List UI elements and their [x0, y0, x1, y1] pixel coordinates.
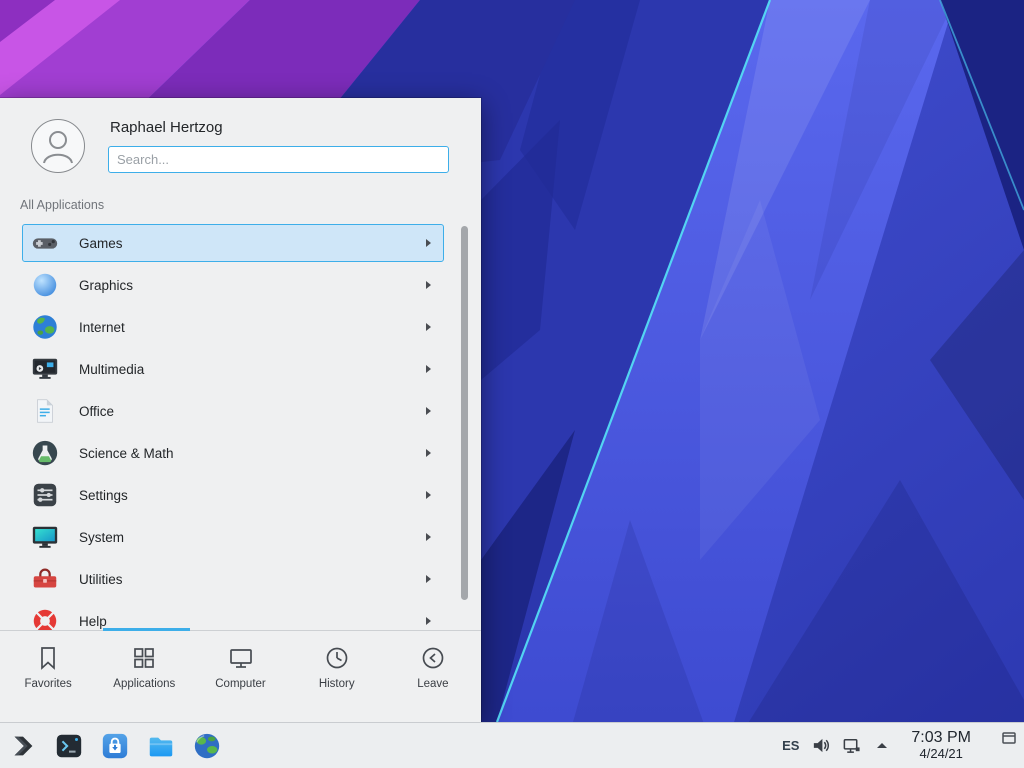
discover-icon[interactable] — [99, 730, 131, 762]
bookmark-icon — [34, 644, 62, 672]
games-icon — [29, 227, 61, 259]
category-label: Games — [79, 236, 123, 251]
utilities-icon — [29, 563, 61, 595]
user-avatar[interactable] — [31, 119, 85, 173]
system-icon — [29, 521, 61, 553]
tab-label: Leave — [417, 678, 448, 690]
scrollbar[interactable] — [461, 226, 468, 600]
tab-label: History — [319, 678, 355, 690]
chevron-right-icon — [426, 449, 431, 457]
tab-label: Favorites — [24, 678, 71, 690]
category-internet[interactable]: Internet — [22, 308, 444, 346]
user-name: Raphael Hertzog — [110, 119, 223, 136]
tab-computer[interactable]: Computer — [192, 631, 288, 722]
kde-menu-icon[interactable] — [7, 730, 39, 762]
help-icon — [29, 605, 61, 630]
category-multimedia[interactable]: Multimedia — [22, 350, 444, 388]
keyboard-layout-indicator[interactable]: ES — [782, 738, 799, 753]
speaker-icon[interactable] — [810, 736, 830, 756]
category-label: Science & Math — [79, 446, 174, 461]
category-graphics[interactable]: Graphics — [22, 266, 444, 304]
chevron-right-icon — [426, 239, 431, 247]
chevron-right-icon — [426, 575, 431, 583]
category-games[interactable]: Games — [22, 224, 444, 262]
chevron-right-icon — [426, 533, 431, 541]
file-manager-icon[interactable] — [145, 730, 177, 762]
tab-history[interactable]: History — [289, 631, 385, 722]
caret-up-icon[interactable] — [872, 736, 892, 756]
internet-icon — [29, 311, 61, 343]
show-desktop-icon — [1001, 730, 1017, 746]
tab-favorites[interactable]: Favorites — [0, 631, 96, 722]
leave-icon — [419, 644, 447, 672]
clock-date: 4/24/21 — [911, 747, 971, 762]
category-science-math[interactable]: Science & Math — [22, 434, 444, 472]
tab-leave[interactable]: Leave — [385, 631, 481, 722]
chevron-right-icon — [426, 365, 431, 373]
category-list: Games Graphics — [0, 222, 481, 630]
section-label: All Applications — [20, 198, 104, 212]
chevron-right-icon — [426, 491, 431, 499]
category-label: Graphics — [79, 278, 133, 293]
office-icon — [29, 395, 61, 427]
category-office[interactable]: Office — [22, 392, 444, 430]
category-label: System — [79, 530, 124, 545]
tab-label: Applications — [113, 678, 175, 690]
chevron-right-icon — [426, 281, 431, 289]
multimedia-icon — [29, 353, 61, 385]
category-label: Internet — [79, 320, 125, 335]
taskbar-launchers — [0, 730, 223, 762]
terminal-icon[interactable] — [53, 730, 85, 762]
category-label: Multimedia — [79, 362, 144, 377]
chevron-right-icon — [426, 407, 431, 415]
chevron-right-icon — [426, 323, 431, 331]
category-help[interactable]: Help — [22, 602, 444, 630]
user-icon — [33, 121, 83, 171]
launcher-tabbar: Favorites Applications Co — [0, 631, 481, 722]
app-grid-icon — [130, 644, 158, 672]
science-icon — [29, 437, 61, 469]
graphics-icon — [29, 269, 61, 301]
taskbar: ES 7:03 PM 4/24/21 — [0, 722, 1024, 768]
category-utilities[interactable]: Utilities — [22, 560, 444, 598]
clock[interactable]: 7:03 PM 4/24/21 — [911, 729, 971, 762]
category-label: Settings — [79, 488, 128, 503]
category-system[interactable]: System — [22, 518, 444, 556]
category-label: Utilities — [79, 572, 123, 587]
tab-label: Computer — [215, 678, 266, 690]
chevron-right-icon — [426, 617, 431, 625]
history-icon — [323, 644, 351, 672]
search-input[interactable] — [108, 146, 449, 173]
computer-icon — [227, 644, 255, 672]
category-label: Help — [79, 614, 107, 629]
category-settings[interactable]: Settings — [22, 476, 444, 514]
tab-applications[interactable]: Applications — [96, 631, 192, 722]
show-desktop-button[interactable] — [998, 726, 1020, 766]
system-tray: ES 7:03 PM 4/24/21 — [782, 726, 1024, 766]
browser-icon[interactable] — [191, 730, 223, 762]
clock-time: 7:03 PM — [911, 729, 971, 747]
settings-icon — [29, 479, 61, 511]
category-label: Office — [79, 404, 114, 419]
network-icon[interactable] — [841, 736, 861, 756]
application-launcher-menu: Raphael Hertzog All Applications Games — [0, 98, 481, 722]
